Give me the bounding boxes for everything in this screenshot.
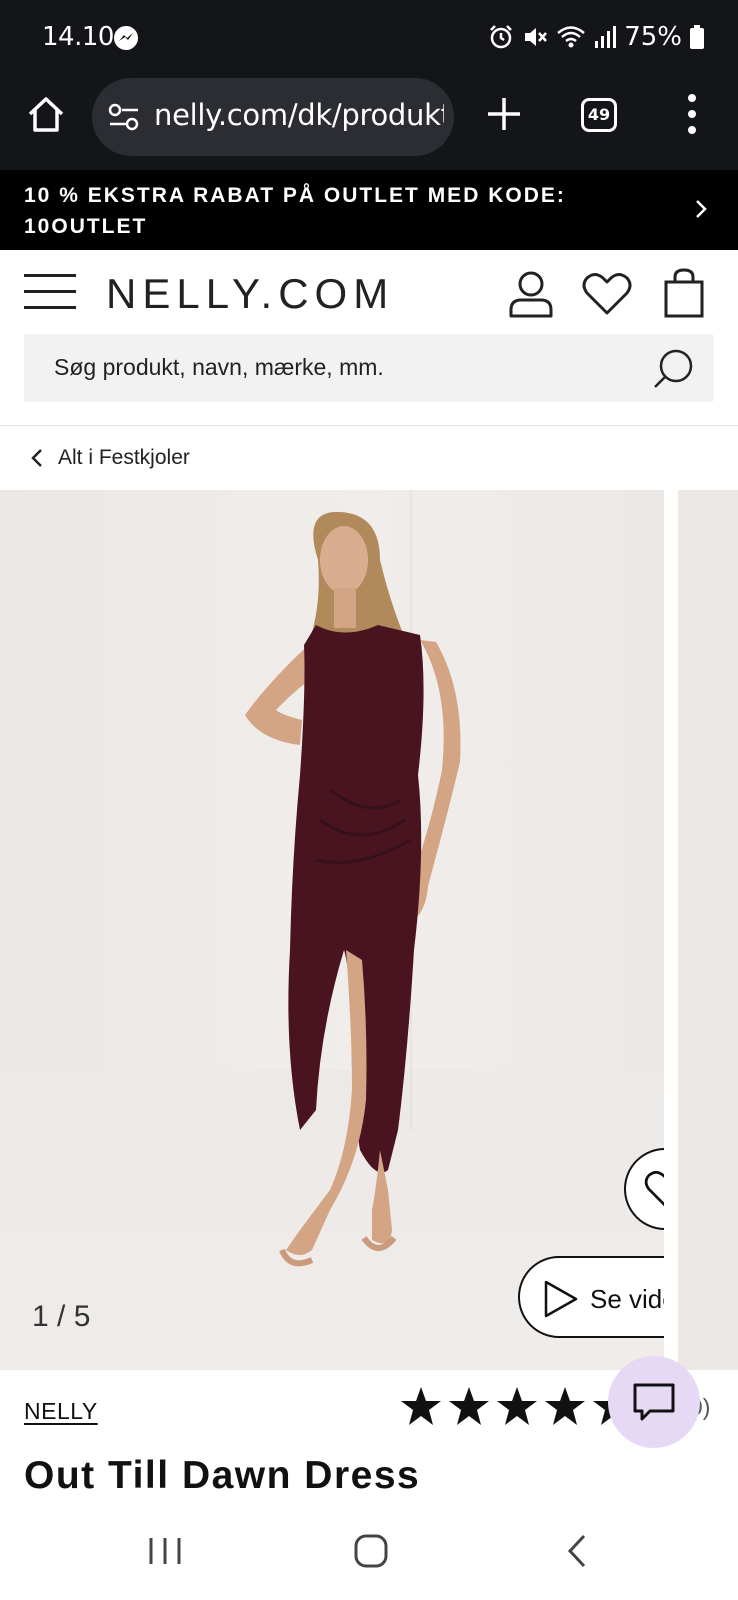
site-header: NELLY.COM bbox=[0, 250, 738, 426]
status-time: 14.10 bbox=[42, 22, 114, 52]
bag-icon[interactable] bbox=[664, 268, 704, 318]
promo-text: 10 % EKSTRA RABAT PÅ OUTLET MED KODE: 10… bbox=[24, 184, 566, 238]
battery-icon bbox=[690, 25, 704, 49]
star-icon bbox=[497, 1387, 537, 1425]
messenger-notification-icon bbox=[114, 26, 138, 50]
wifi-icon bbox=[557, 26, 586, 48]
promo-banner[interactable]: 10 % EKSTRA RABAT PÅ OUTLET MED KODE: 10… bbox=[0, 170, 738, 250]
url-text[interactable]: nelly.com/dk/produkt bbox=[154, 98, 444, 132]
site-logo[interactable]: NELLY.COM bbox=[106, 270, 394, 318]
product-photo[interactable]: 1 / 5 Se video bbox=[0, 490, 664, 1370]
status-icons: 75% bbox=[488, 22, 704, 52]
breadcrumb-label[interactable]: Alt i Festkjoler bbox=[58, 446, 190, 470]
chevron-left-icon bbox=[31, 449, 42, 467]
search-icon[interactable] bbox=[652, 348, 694, 390]
signal-icon bbox=[595, 26, 617, 48]
browser-menu-button[interactable] bbox=[680, 92, 704, 136]
model-figure bbox=[245, 511, 461, 1267]
back-nav-icon[interactable] bbox=[566, 1534, 588, 1568]
product-gallery[interactable]: 1 / 5 Se video bbox=[0, 490, 738, 1370]
site-settings-icon[interactable] bbox=[108, 103, 140, 131]
chat-button[interactable] bbox=[608, 1356, 700, 1448]
video-label: Se video bbox=[590, 1284, 664, 1314]
product-title: Out Till Dawn Dress bbox=[24, 1454, 421, 1497]
alarm-icon bbox=[490, 25, 513, 49]
image-counter: 1 / 5 bbox=[32, 1300, 91, 1333]
new-tab-button[interactable] bbox=[484, 94, 524, 134]
star-icon bbox=[545, 1387, 585, 1425]
battery-percent: 75% bbox=[624, 22, 682, 52]
play-icon bbox=[544, 1280, 578, 1318]
star-icon bbox=[401, 1387, 441, 1425]
heart-icon bbox=[644, 1170, 664, 1207]
home-button[interactable] bbox=[26, 94, 70, 138]
browser-toolbar: nelly.com/dk/produkt 49 bbox=[0, 74, 738, 170]
menu-button[interactable] bbox=[24, 272, 76, 312]
home-nav-icon[interactable] bbox=[354, 1534, 388, 1568]
recent-apps-icon[interactable] bbox=[148, 1536, 182, 1566]
chevron-right-icon bbox=[696, 200, 707, 218]
star-icon bbox=[449, 1387, 489, 1425]
mute-icon bbox=[525, 28, 548, 46]
plus-icon bbox=[488, 98, 520, 130]
search-bar[interactable] bbox=[24, 334, 714, 402]
tab-switcher-button[interactable]: 49 bbox=[581, 98, 617, 132]
breadcrumb[interactable]: Alt i Festkjoler bbox=[30, 440, 190, 476]
rating-stars[interactable] bbox=[400, 1386, 634, 1426]
address-bar[interactable]: nelly.com/dk/produkt bbox=[92, 78, 454, 156]
next-product-photo[interactable] bbox=[678, 490, 738, 1370]
user-icon[interactable] bbox=[508, 270, 554, 318]
brand-link[interactable]: NELLY bbox=[24, 1398, 98, 1425]
chat-icon bbox=[633, 1383, 675, 1421]
android-nav-bar bbox=[0, 1510, 738, 1600]
more-vert-icon bbox=[688, 94, 696, 134]
status-bar: 14.10 75% bbox=[0, 0, 738, 74]
home-icon bbox=[28, 97, 64, 132]
play-video-button[interactable]: Se video bbox=[518, 1256, 664, 1338]
heart-icon[interactable] bbox=[582, 272, 632, 316]
search-input[interactable] bbox=[54, 354, 614, 381]
